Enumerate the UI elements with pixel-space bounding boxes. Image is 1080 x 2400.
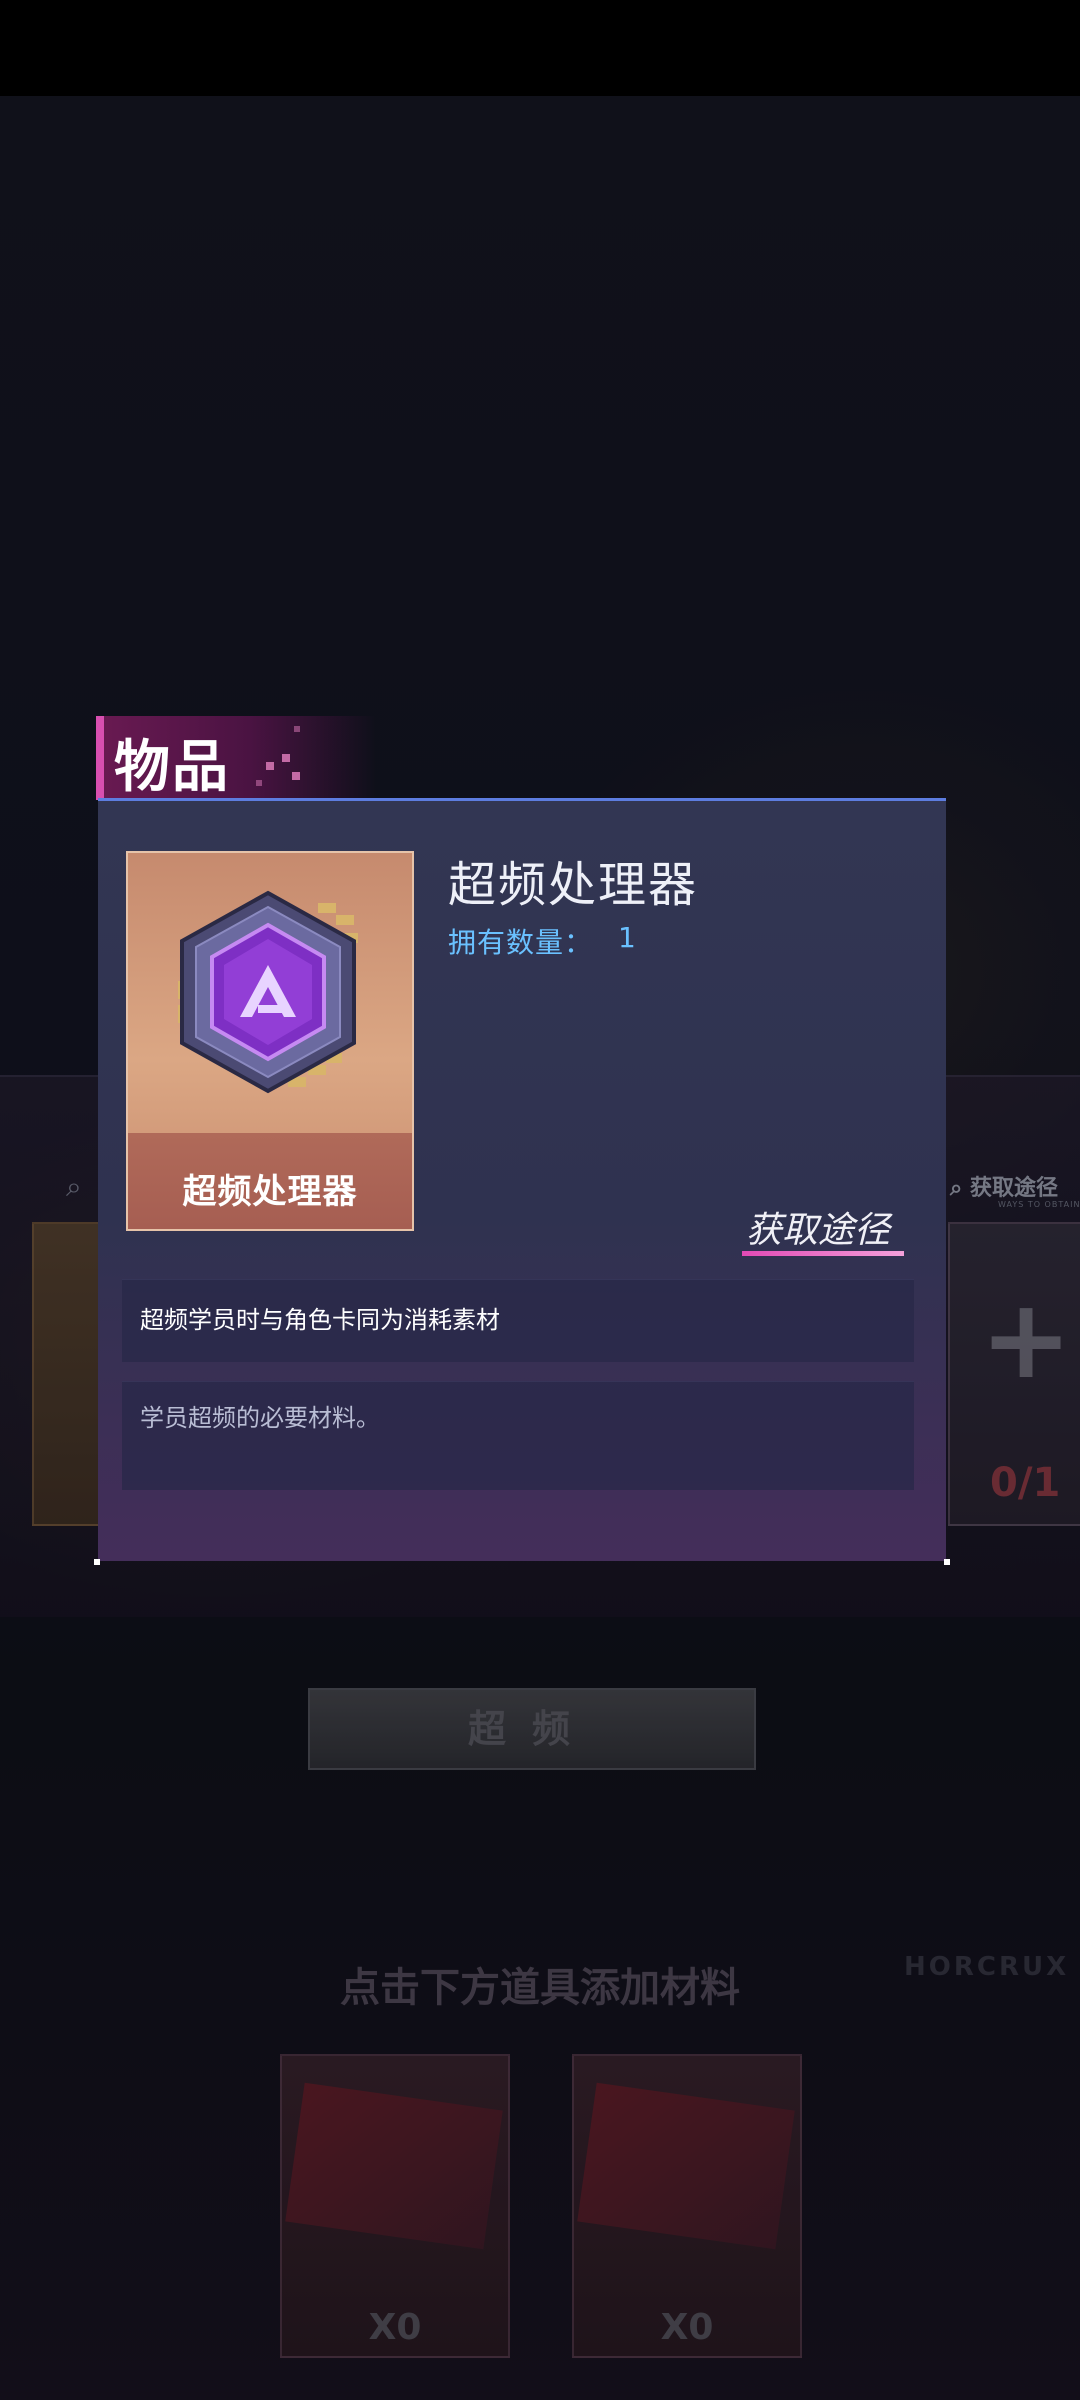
card-label: 超频处理器 [182,1172,358,1212]
owned-count-label: 拥有数量： [448,926,594,959]
description-primary: 超频学员时与角色卡同为消耗素材 [140,1306,500,1334]
description-secondary-box: 学员超频的必要材料。 [122,1381,914,1490]
hexagon-chip-icon [178,890,358,1094]
item-card: 超频处理器 [126,851,414,1231]
header-accent-bar [96,716,104,800]
screen: ⌕ ⌕ 获取途径 WAYS TO OBTAIN + 0/1 超频 HORCRUX… [0,0,1080,2400]
item-name: 超频处理器 [448,857,699,913]
decor-pixel [282,754,290,762]
decor-pixel [292,772,300,780]
obtain-source-link[interactable]: 获取途径 [746,1201,890,1253]
decor-pixel [266,762,274,770]
obtain-source-underline [742,1251,904,1256]
dialog-header: 物品 [96,716,376,800]
dialog-title: 物品 [114,735,230,800]
description-secondary: 学员超频的必要材料。 [140,1404,380,1432]
corner-marker [944,1559,950,1565]
owned-count-value: 1 [618,921,636,954]
item-dialog: 超频处理器 超频处理器 拥有数量： 1 获取途径 超频学员时与角色卡同为消耗素材… [94,798,950,1565]
description-primary-box: 超频学员时与角色卡同为消耗素材 [122,1279,914,1362]
decor-pixel [294,726,300,732]
corner-marker [94,1559,100,1565]
decor-pixel [256,780,262,786]
status-bar [0,0,1080,96]
